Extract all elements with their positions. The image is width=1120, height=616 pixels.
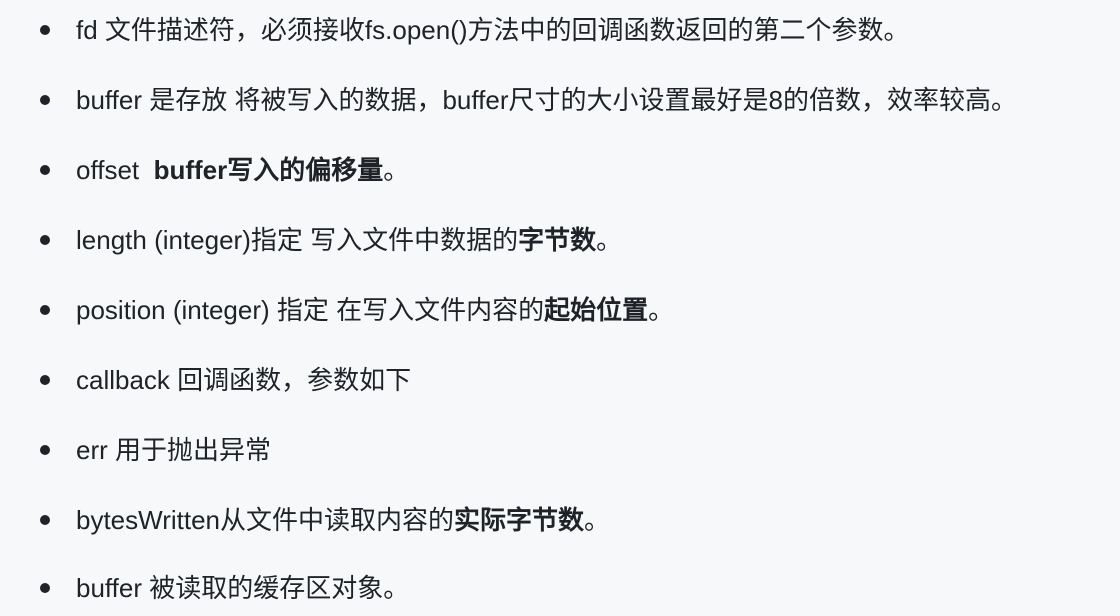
bullet-icon (40, 445, 50, 455)
list-item: fd 文件描述符，必须接收fs.open()方法中的回调函数返回的第二个参数。 (0, 10, 1120, 50)
bullet-icon (40, 235, 50, 245)
item-text: callback 回调函数，参数如下 (76, 365, 412, 395)
list-item: offset buffer写入的偏移量。 (0, 150, 1120, 190)
item-text: length (integer)指定 写入文件中数据的字节数。 (76, 225, 623, 255)
bullet-icon (40, 95, 50, 105)
list-item: err 用于抛出异常 (0, 430, 1120, 470)
list-item: callback 回调函数，参数如下 (0, 360, 1120, 400)
item-text: position (integer) 指定 在写入文件内容的起始位置。 (76, 295, 675, 325)
item-text: buffer 被读取的缓存区对象。 (76, 573, 410, 603)
item-text: buffer 是存放 将被写入的数据，buffer尺寸的大小设置最好是8的倍数，… (76, 85, 1017, 115)
document-body: fd 文件描述符，必须接收fs.open()方法中的回调函数返回的第二个参数。 … (0, 0, 1120, 616)
item-text: err 用于抛出异常 (76, 435, 272, 465)
bullet-icon (40, 583, 50, 593)
bullet-icon (40, 375, 50, 385)
list-item: buffer 是存放 将被写入的数据，buffer尺寸的大小设置最好是8的倍数，… (0, 80, 1120, 120)
list-item: position (integer) 指定 在写入文件内容的起始位置。 (0, 290, 1120, 330)
list-item: buffer 被读取的缓存区对象。 (0, 568, 1120, 608)
item-text: bytesWritten从文件中读取内容的实际字节数。 (76, 505, 611, 535)
item-text: offset buffer写入的偏移量。 (76, 155, 410, 185)
bullet-icon (40, 515, 50, 525)
bullet-icon (40, 165, 50, 175)
list-item: length (integer)指定 写入文件中数据的字节数。 (0, 220, 1120, 260)
bullet-icon (40, 25, 50, 35)
item-text: fd 文件描述符，必须接收fs.open()方法中的回调函数返回的第二个参数。 (76, 15, 910, 45)
bullet-icon (40, 305, 50, 315)
list-item: bytesWritten从文件中读取内容的实际字节数。 (0, 500, 1120, 540)
